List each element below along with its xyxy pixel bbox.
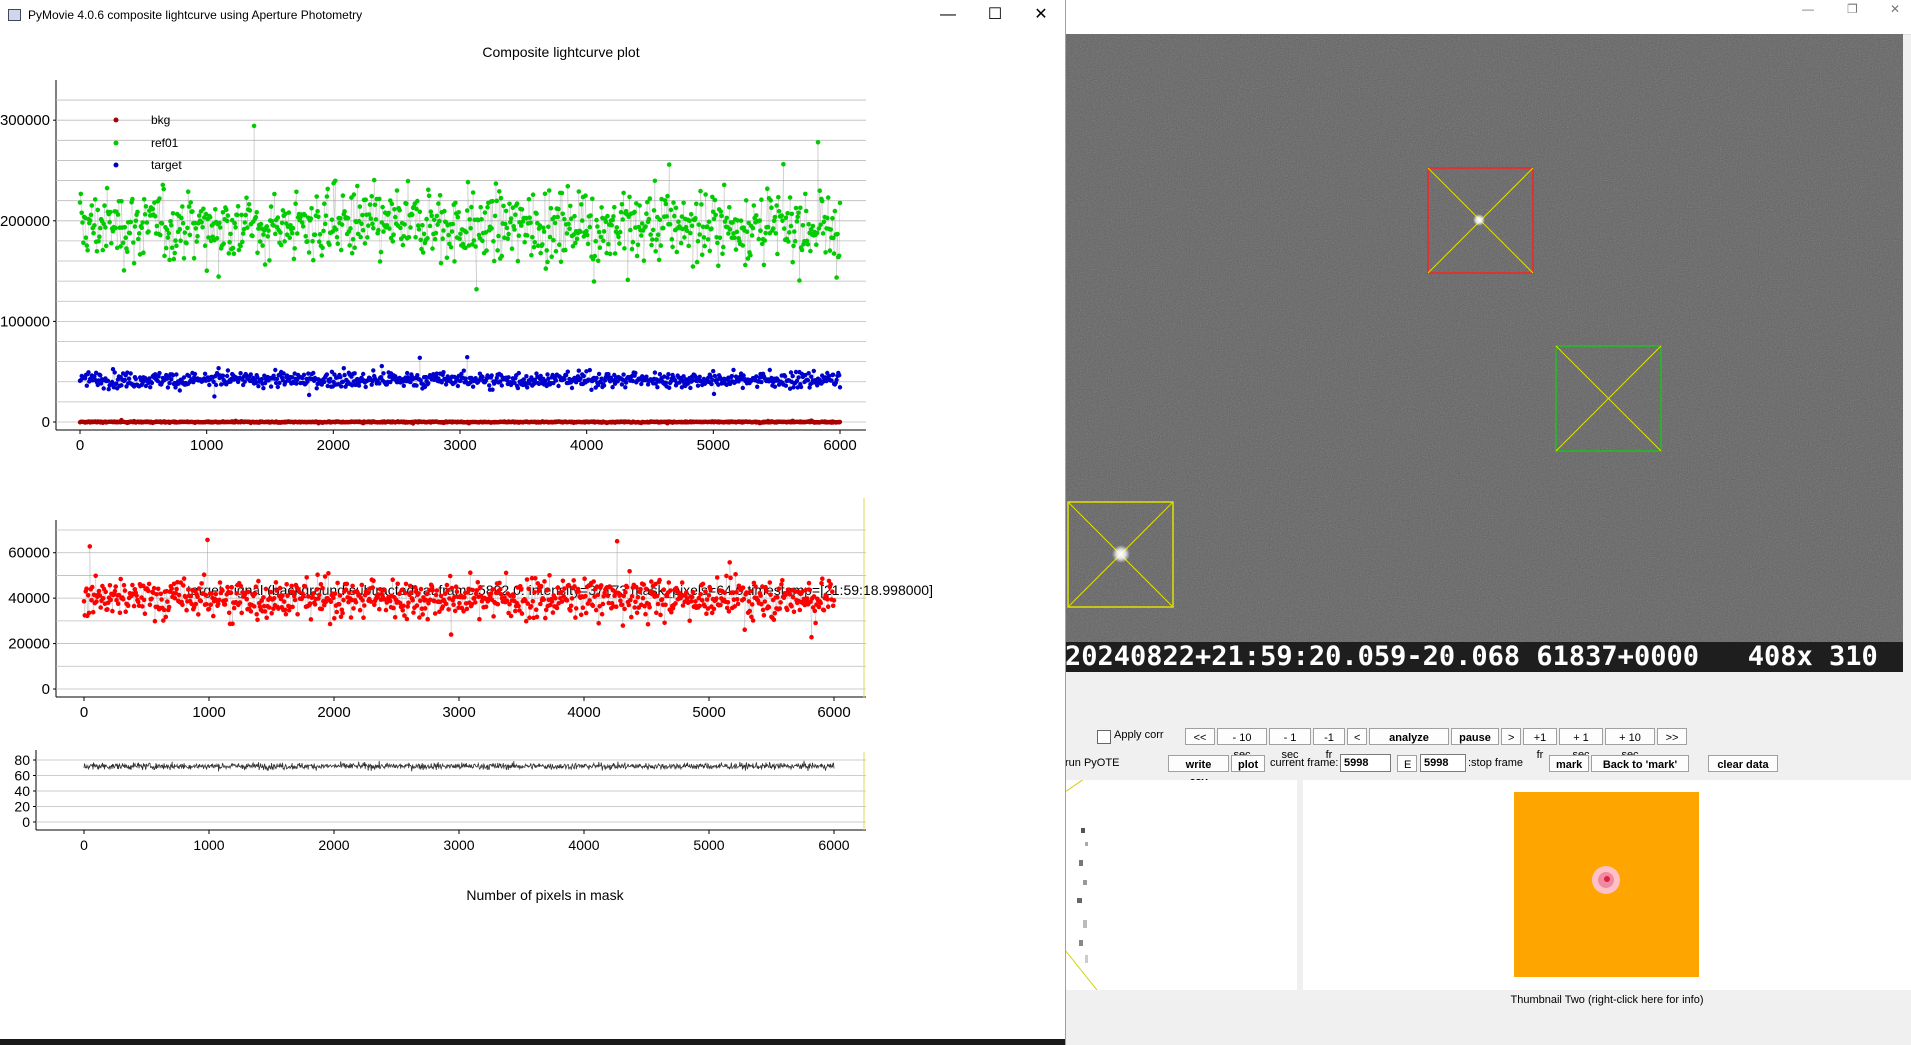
plot3-xtick-4: 4000: [568, 837, 599, 853]
plot1-ytick-1: 100000: [0, 313, 50, 330]
minus-10-sec-button[interactable]: - 10 sec: [1217, 728, 1267, 761]
thumbnail-two[interactable]: [1514, 792, 1699, 977]
ref01-series: [77, 123, 843, 292]
pause-button[interactable]: pause: [1451, 728, 1499, 745]
plot1-xtick-1: 1000: [190, 437, 223, 454]
e-button[interactable]: E: [1397, 755, 1417, 772]
mark-button[interactable]: mark: [1549, 755, 1589, 772]
lightcurve-window-titlebar: PyMovie 4.0.6 composite lightcurve using…: [0, 0, 1065, 30]
plot2-xtick-5: 5000: [692, 704, 725, 721]
write-csv-button[interactable]: write csv: [1168, 755, 1229, 788]
plot1-ytick-2: 200000: [0, 213, 50, 230]
plot3-xtick-1: 1000: [193, 837, 224, 853]
plot3-xtick-5: 5000: [693, 837, 724, 853]
plot3-ytick-2: 40: [14, 783, 30, 799]
bkg-series: [77, 417, 843, 426]
first-frame-button[interactable]: <<: [1185, 728, 1215, 745]
plot2-xtick-1: 1000: [192, 704, 225, 721]
step-back-button[interactable]: <: [1347, 728, 1367, 745]
thumbnail-two-caption[interactable]: Thumbnail Two (right-click here for info…: [1303, 994, 1911, 1006]
back-to-mark-button[interactable]: Back to 'mark': [1591, 755, 1689, 772]
plot1-xtick-4: 4000: [570, 437, 603, 454]
plot3-xtick-3: 3000: [443, 837, 474, 853]
plot2-ytick-2: 40000: [8, 590, 50, 607]
bg-close-button[interactable]: ✕: [1890, 2, 1900, 16]
plot1-xtick-2: 2000: [317, 437, 350, 454]
plot2-xtick-3: 3000: [442, 704, 475, 721]
plot1-xtick-0: 0: [76, 437, 84, 454]
thumbnail-one[interactable]: [1064, 769, 1297, 991]
taskbar-strip: [0, 1039, 1065, 1045]
main-window-titlebar: — ❐ ✕: [1065, 0, 1911, 35]
video-frame-view[interactable]: [1065, 34, 1903, 672]
app-icon: [8, 9, 21, 21]
target-signal-plot[interactable]: 0 20000 40000 60000 0 1000 2000 3000 4000 5000 600…: [8, 498, 866, 721]
current-frame-label: current frame:: [1270, 757, 1339, 769]
plot3-xtick-6: 6000: [818, 837, 849, 853]
plus-10-sec-button[interactable]: + 10 sec: [1605, 728, 1655, 761]
plot2-ytick-1: 20000: [8, 636, 50, 653]
plot1-ytick-3: 300000: [0, 112, 50, 129]
legend-marker-target: [113, 162, 119, 168]
plus-1-sec-button[interactable]: + 1 sec: [1559, 728, 1603, 761]
plot2-ytick-0: 0: [42, 681, 50, 698]
plot1-xtick-6: 6000: [823, 437, 856, 454]
minus-1-frame-button[interactable]: -1 fr: [1313, 728, 1345, 761]
run-pyote-label[interactable]: run PyOTE: [1065, 755, 1119, 772]
plus-1-frame-button[interactable]: +1 fr: [1523, 728, 1557, 761]
legend-target: target: [151, 158, 182, 172]
maximize-button[interactable]: ☐: [972, 0, 1018, 30]
stop-frame-label: :stop frame: [1468, 757, 1524, 769]
step-forward-button[interactable]: >: [1501, 728, 1521, 745]
close-button[interactable]: ✕: [1018, 0, 1064, 30]
plot3-title: Number of pixels in mask: [466, 887, 624, 903]
last-frame-button[interactable]: >>: [1657, 728, 1687, 745]
mask-pixels-plot[interactable]: 0204060800 1000 2000 3000 4000 5000 6000: [14, 750, 866, 853]
plot2-xtick-0: 0: [80, 704, 88, 721]
bg-minimize-button[interactable]: —: [1802, 2, 1814, 16]
stop-frame-input[interactable]: 5998: [1420, 754, 1466, 772]
apply-corr-checkbox[interactable]: [1097, 730, 1111, 744]
analyze-button[interactable]: analyze: [1369, 728, 1449, 745]
plots-area: Composite lightcurve plot 01000002000003…: [0, 44, 933, 903]
plot3-ytick-4: 80: [14, 752, 30, 768]
legend-ref01: ref01: [151, 136, 179, 150]
window-title: PyMovie 4.0.6 composite lightcurve using…: [28, 8, 363, 22]
playback-controls: Apply corr << - 10 sec - 1 sec -1 fr < a…: [1065, 722, 1911, 788]
bg-restore-button[interactable]: ❐: [1847, 2, 1858, 16]
minimize-button[interactable]: —: [925, 0, 971, 30]
plot-button[interactable]: plot: [1231, 755, 1265, 772]
minus-1-sec-button[interactable]: - 1 sec: [1269, 728, 1311, 761]
plot1-title: Composite lightcurve plot: [482, 44, 639, 60]
plot3-ytick-0: 0: [22, 814, 30, 830]
apply-corr-label: Apply corr: [1114, 729, 1164, 741]
plot2-xtick-2: 2000: [317, 704, 350, 721]
composite-lightcurve-plot[interactable]: 0 100000 200000 300000 0 1000 2000 3000 4000 5000…: [0, 80, 866, 454]
plot3-ytick-3: 60: [14, 768, 30, 784]
plot1-xtick-5: 5000: [697, 437, 730, 454]
plot3-xtick-2: 2000: [318, 837, 349, 853]
legend-marker-ref01: [113, 140, 119, 146]
plot1-xtick-3: 3000: [443, 437, 476, 454]
plot2-xtick-4: 4000: [567, 704, 600, 721]
plot1-legend: bkg ref01 target: [113, 113, 182, 172]
plot3-xtick-0: 0: [80, 837, 88, 853]
legend-bkg: bkg: [151, 113, 170, 127]
plot1-ytick-0: 0: [42, 414, 50, 431]
plot2-xtick-6: 6000: [817, 704, 850, 721]
legend-marker-bkg: [113, 117, 119, 123]
plot2-ytick-3: 60000: [8, 545, 50, 562]
clear-data-button[interactable]: clear data: [1708, 755, 1778, 772]
mask-pixels-series: [83, 760, 835, 772]
current-frame-input[interactable]: 5998: [1340, 754, 1391, 772]
plot3-ytick-1: 20: [14, 799, 30, 815]
timestamp-overlay: 20240822+21:59:20.059-20.068 61837+0000 …: [1065, 642, 1903, 672]
